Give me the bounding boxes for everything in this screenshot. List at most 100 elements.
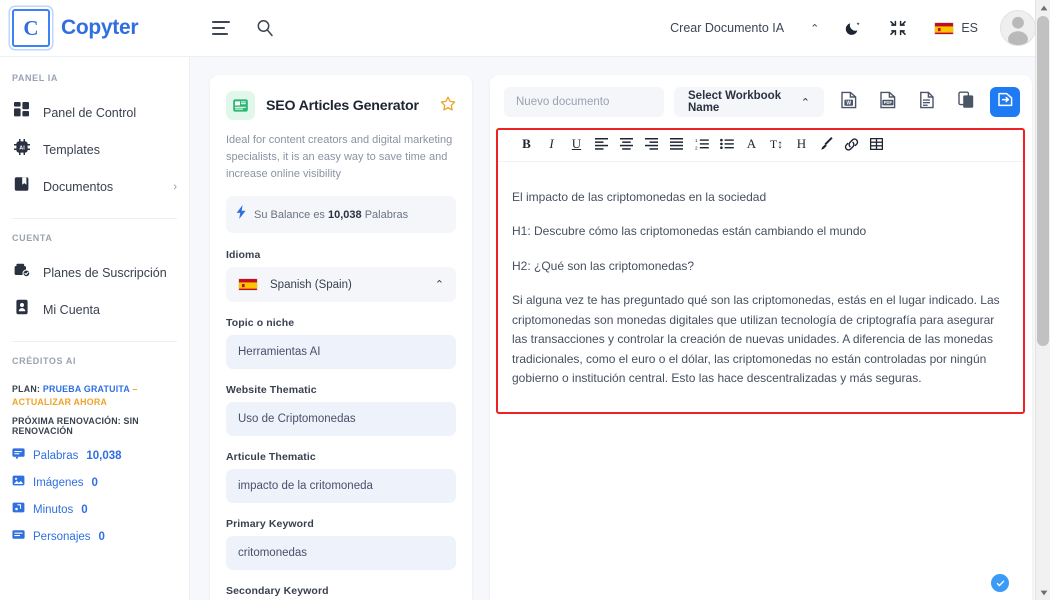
credit-value: 0 (81, 503, 88, 516)
audio-icon (12, 501, 25, 519)
export-word-button[interactable]: W (834, 87, 864, 117)
plan-value: PRUEBA GRATUITA (42, 384, 130, 394)
save-icon (997, 91, 1014, 113)
generator-description: Ideal for content creators and digital m… (226, 134, 453, 181)
search-icon[interactable] (256, 19, 274, 37)
document-name-input[interactable] (504, 87, 664, 117)
scroll-down-arrow[interactable] (1036, 585, 1050, 600)
scroll-up-arrow[interactable] (1036, 0, 1050, 15)
document-card: Select Workbook Name ⌃ W PDF (490, 75, 1032, 600)
balance-suffix: Palabras (364, 208, 409, 221)
image-icon (12, 474, 25, 492)
align-left-button[interactable] (589, 133, 614, 155)
word-file-icon: W (841, 91, 857, 114)
plan-upgrade-link[interactable]: ACTUALIZAR AHORA (12, 397, 107, 407)
save-button[interactable] (990, 87, 1020, 117)
field-label: Website Thematic (226, 384, 317, 397)
topbar-left-icons (190, 19, 274, 37)
sidebar-section-panel-ia: PANEL IA (12, 73, 58, 83)
heading-button[interactable]: H (789, 133, 814, 155)
body-wrapper: PANEL IA Panel de Control AI Templates D… (0, 57, 1050, 600)
underline-button[interactable]: U (564, 133, 589, 155)
ordered-list-button[interactable]: 12 (689, 133, 714, 155)
create-document-button[interactable]: Crear Documento IA (670, 21, 784, 35)
app-root: C Copyter Crear Documento IA ⌃ ES PANEL … (0, 0, 1050, 600)
scrollbar-thumb[interactable] (1037, 16, 1049, 346)
account-card-icon (14, 299, 30, 320)
sidebar-divider (12, 218, 177, 219)
chevron-right-icon: › (173, 180, 177, 193)
subscription-icon (14, 262, 31, 283)
characters-icon (12, 528, 25, 546)
table-button[interactable] (864, 133, 889, 155)
field-articule-thematic: Articule Thematic (226, 451, 456, 504)
documents-icon (14, 176, 30, 197)
copy-button[interactable] (951, 87, 981, 117)
renewal-line: PRÓXIMA RENOVACIÓN: SIN RENOVACIÓN (12, 415, 139, 436)
field-label: Secondary Keyword (226, 585, 329, 598)
link-button[interactable] (839, 133, 864, 155)
svg-text:W: W (846, 100, 851, 106)
newspaper-icon (226, 91, 255, 120)
avatar[interactable] (1000, 10, 1036, 46)
bold-button[interactable]: B (514, 133, 539, 155)
align-right-button[interactable] (639, 133, 664, 155)
field-label: Articule Thematic (226, 451, 316, 464)
sidebar-item-templates[interactable]: AI Templates (0, 131, 189, 168)
svg-text:PDF: PDF (884, 100, 893, 105)
brand-logo[interactable]: C Copyter (0, 9, 190, 47)
chevron-up-icon[interactable]: ⌃ (810, 22, 819, 35)
field-secondary-keyword: Secondary Keyword (226, 585, 456, 600)
doc-line-title: El impacto de las criptomonedas en la so… (512, 190, 767, 204)
sidebar-item-mi-cuenta[interactable]: Mi Cuenta (0, 291, 189, 328)
topic-input[interactable] (226, 335, 456, 370)
hamburger-menu-icon[interactable] (212, 21, 230, 35)
website-thematic-input[interactable] (226, 402, 456, 437)
logo-mark: C (12, 9, 50, 47)
align-justify-button[interactable] (664, 133, 689, 155)
spain-flag-icon (238, 278, 258, 292)
export-text-button[interactable] (912, 87, 942, 117)
svg-text:1: 1 (695, 138, 698, 143)
align-center-button[interactable] (614, 133, 639, 155)
articule-thematic-input[interactable] (226, 469, 456, 504)
primary-keyword-input[interactable] (226, 536, 456, 571)
chevron-up-icon: ⌃ (800, 96, 810, 109)
vertical-scrollbar[interactable] (1035, 0, 1050, 600)
field-website-thematic: Website Thematic (226, 384, 456, 437)
logo-letter: C (23, 15, 39, 40)
pdf-file-icon: PDF (880, 91, 896, 114)
star-icon[interactable] (440, 96, 456, 116)
sidebar-item-documentos[interactable]: Documentos › (0, 168, 189, 205)
words-icon (12, 447, 25, 465)
workbook-select[interactable]: Select Workbook Name ⌃ (674, 87, 824, 117)
generator-card: SEO Articles Generator Ideal for content… (210, 75, 472, 600)
doc-line-h2: H2: ¿Qué son las criptomonedas? (512, 258, 695, 273)
sidebar-item-label: Documentos (43, 179, 114, 194)
status-badge[interactable] (991, 574, 1009, 592)
editor-content[interactable]: El impacto de las criptomonedas en la so… (490, 162, 1032, 600)
export-pdf-button[interactable]: PDF (873, 87, 903, 117)
credit-row-palabras: Palabras 10,038 (12, 447, 177, 465)
field-label: Primary Keyword (226, 518, 314, 531)
font-size-button[interactable]: T↕ (764, 133, 789, 155)
sidebar-item-planes-de-suscripcion[interactable]: Planes de Suscripción (0, 254, 189, 291)
credit-row-imagenes: Imágenes 0 (12, 474, 177, 492)
language-select[interactable]: Spanish (Spain) ⌃ (226, 267, 456, 303)
language-selector[interactable]: ES (934, 21, 978, 35)
generator-header: SEO Articles Generator (226, 91, 456, 120)
brush-button[interactable] (814, 133, 839, 155)
credit-label: Personajes (33, 530, 91, 543)
chip-ai-icon: AI (14, 139, 30, 160)
copy-icon (957, 91, 975, 114)
italic-button[interactable]: I (539, 133, 564, 155)
field-topic-o-niche: Topic o niche (226, 317, 456, 370)
font-color-button[interactable]: A (739, 133, 764, 155)
moon-icon[interactable] (845, 20, 862, 37)
collapse-icon[interactable] (890, 20, 907, 36)
plan-key: PLAN: (12, 384, 41, 394)
bullet-list-button[interactable] (714, 133, 739, 155)
plan-dash: – (132, 384, 138, 394)
sidebar-divider-2 (12, 341, 177, 342)
sidebar-item-panel-de-control[interactable]: Panel de Control (0, 94, 189, 131)
